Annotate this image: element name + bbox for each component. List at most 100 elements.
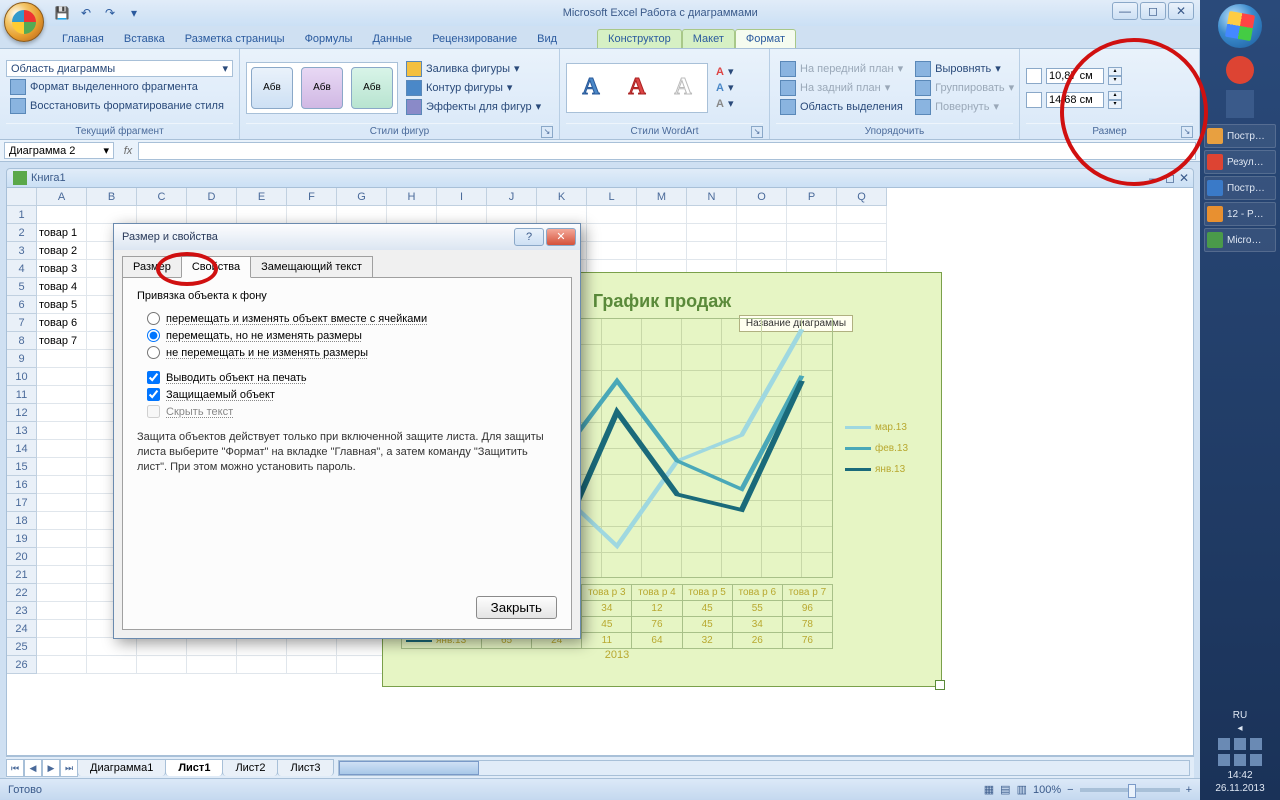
qat-customize[interactable]: ▾: [124, 3, 144, 23]
row-header[interactable]: 12: [7, 404, 37, 422]
col-header[interactable]: J: [487, 188, 537, 206]
option-dont-move[interactable]: не перемещать и не изменять размеры: [147, 346, 557, 359]
start-button[interactable]: [1218, 4, 1262, 48]
col-header[interactable]: O: [737, 188, 787, 206]
cell[interactable]: [37, 638, 87, 656]
group-button[interactable]: Группировать ▾: [911, 79, 1018, 97]
col-header[interactable]: I: [437, 188, 487, 206]
cell[interactable]: [137, 638, 187, 656]
shape-style-3[interactable]: Абв: [351, 67, 393, 109]
row-header[interactable]: 19: [7, 530, 37, 548]
width-input[interactable]: [1046, 92, 1104, 108]
cell[interactable]: [587, 224, 637, 242]
taskbar-item[interactable]: Micro…: [1204, 228, 1276, 252]
taskbar-item[interactable]: 12 - P…: [1204, 202, 1276, 226]
tab-page-layout[interactable]: Разметка страницы: [175, 30, 295, 48]
row-header[interactable]: 15: [7, 458, 37, 476]
row-header[interactable]: 23: [7, 602, 37, 620]
col-header[interactable]: E: [237, 188, 287, 206]
wordart-1[interactable]: A: [571, 68, 611, 108]
cell[interactable]: [37, 422, 87, 440]
cell[interactable]: [87, 656, 137, 674]
format-selection-button[interactable]: Формат выделенного фрагмента: [6, 78, 233, 96]
cell[interactable]: [137, 206, 187, 224]
sheet-tab-sheet1[interactable]: Лист1: [165, 759, 223, 776]
cell[interactable]: [187, 206, 237, 224]
row-header[interactable]: 8: [7, 332, 37, 350]
row-header[interactable]: 16: [7, 476, 37, 494]
checkbox-print[interactable]: [147, 371, 160, 384]
col-header[interactable]: F: [287, 188, 337, 206]
col-header[interactable]: M: [637, 188, 687, 206]
col-header[interactable]: K: [537, 188, 587, 206]
option-move-only[interactable]: перемещать, но не изменять размеры: [147, 329, 557, 342]
cell[interactable]: [87, 638, 137, 656]
cell[interactable]: товар 3: [37, 260, 87, 278]
cell[interactable]: [37, 494, 87, 512]
taskbar-item[interactable]: Постр…: [1204, 176, 1276, 200]
zoom-in[interactable]: +: [1186, 784, 1192, 796]
height-input[interactable]: [1046, 68, 1104, 84]
align-button[interactable]: Выровнять ▾: [911, 60, 1018, 78]
view-pagebreak-icon[interactable]: ▥: [1017, 783, 1027, 796]
cell[interactable]: [737, 206, 787, 224]
text-outline-button[interactable]: A▾: [712, 80, 737, 95]
cell[interactable]: [287, 638, 337, 656]
wordart-launcher[interactable]: ↘: [751, 126, 763, 138]
col-header[interactable]: N: [687, 188, 737, 206]
cell[interactable]: [637, 242, 687, 260]
row-header[interactable]: 14: [7, 440, 37, 458]
cell[interactable]: [287, 206, 337, 224]
cell[interactable]: [387, 206, 437, 224]
view-layout-icon[interactable]: ▤: [1000, 783, 1010, 796]
qat-undo[interactable]: ↶: [76, 3, 96, 23]
qat-save[interactable]: 💾: [52, 3, 72, 23]
mdi-restore[interactable]: ◻: [1165, 171, 1175, 185]
col-header[interactable]: H: [387, 188, 437, 206]
cell[interactable]: [837, 242, 887, 260]
sheet-tab-sheet3[interactable]: Лист3: [277, 759, 333, 776]
taskbar-pinned-icon[interactable]: [1226, 56, 1254, 84]
cell[interactable]: [337, 206, 387, 224]
cell[interactable]: [37, 440, 87, 458]
row-header[interactable]: 17: [7, 494, 37, 512]
tray-icon[interactable]: [1250, 738, 1262, 750]
cell[interactable]: товар 6: [37, 314, 87, 332]
row-header[interactable]: 10: [7, 368, 37, 386]
cell[interactable]: товар 7: [37, 332, 87, 350]
name-box[interactable]: Диаграмма 2▾: [4, 142, 114, 159]
row-header[interactable]: 9: [7, 350, 37, 368]
tray-expand[interactable]: ◂: [1200, 723, 1280, 734]
row-header[interactable]: 1: [7, 206, 37, 224]
size-launcher[interactable]: ↘: [1181, 126, 1193, 138]
bring-front-button[interactable]: На передний план ▾: [776, 60, 907, 78]
cell[interactable]: [287, 656, 337, 674]
row-header[interactable]: 11: [7, 386, 37, 404]
tab-chart-design[interactable]: Конструктор: [597, 29, 682, 48]
col-header[interactable]: Q: [837, 188, 887, 206]
dialog-tab-properties[interactable]: Свойства: [181, 256, 251, 278]
checkbox-locked[interactable]: [147, 388, 160, 401]
shape-styles-launcher[interactable]: ↘: [541, 126, 553, 138]
mdi-minimize[interactable]: —: [1149, 171, 1161, 185]
cell[interactable]: [187, 656, 237, 674]
row-header[interactable]: 7: [7, 314, 37, 332]
minimize-button[interactable]: —: [1112, 2, 1138, 20]
cell[interactable]: [837, 224, 887, 242]
dialog-close-button[interactable]: ✕: [546, 228, 576, 246]
tab-data[interactable]: Данные: [362, 30, 422, 48]
col-header[interactable]: B: [87, 188, 137, 206]
cell[interactable]: [37, 512, 87, 530]
row-header[interactable]: 5: [7, 278, 37, 296]
text-fill-button[interactable]: A▾: [712, 64, 737, 79]
send-back-button[interactable]: На задний план ▾: [776, 79, 907, 97]
cell[interactable]: [37, 620, 87, 638]
wordart-3[interactable]: A: [663, 68, 703, 108]
taskbar-item[interactable]: Постр…: [1204, 124, 1276, 148]
cell[interactable]: [437, 206, 487, 224]
height-spinner[interactable]: ▴▾: [1108, 67, 1122, 85]
cell[interactable]: [237, 638, 287, 656]
select-all-corner[interactable]: [7, 188, 37, 206]
dialog-titlebar[interactable]: Размер и свойства ? ✕: [114, 224, 580, 250]
option-locked[interactable]: Защищаемый объект: [147, 388, 557, 401]
